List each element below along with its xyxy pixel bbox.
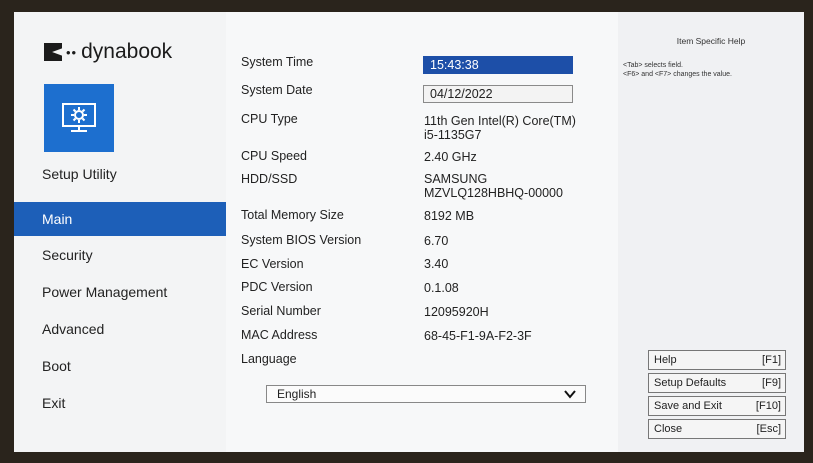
cpu-type-value-line1: 11th Gen Intel(R) Core(TM) bbox=[424, 114, 576, 128]
setup-utility-label: Setup Utility bbox=[42, 166, 117, 182]
system-date-label: System Date bbox=[241, 83, 313, 97]
system-time-field[interactable]: 15:43:38 bbox=[423, 56, 573, 74]
cpu-type-value-line2: i5-1135G7 bbox=[424, 128, 482, 142]
help-line-f6-f7: <F6> and <F7> changes the value. bbox=[623, 71, 732, 78]
help-title: Item Specific Help bbox=[676, 36, 746, 46]
system-time-label: System Time bbox=[241, 55, 314, 69]
setup-utility-tile bbox=[44, 84, 114, 152]
hdd-value-line1: SAMSUNG bbox=[424, 172, 488, 186]
save-and-exit-key: [F10] bbox=[755, 400, 781, 412]
language-selected-value: English bbox=[277, 387, 317, 401]
cpu-type-label: CPU Type bbox=[241, 112, 298, 126]
pdc-version-value: 0.1.08 bbox=[424, 281, 459, 295]
bios-version-label: System BIOS Version bbox=[241, 233, 362, 247]
cpu-speed-value: 2.40 GHz bbox=[424, 150, 477, 164]
help-panel: Item Specific Help <Tab> selects field. … bbox=[618, 12, 804, 452]
close-button[interactable]: Close [Esc] bbox=[648, 419, 786, 439]
menu-item-boot[interactable]: Boot bbox=[14, 347, 226, 384]
brand-name: dynabook bbox=[81, 40, 173, 63]
help-button-key: [F1] bbox=[762, 354, 781, 366]
menu-item-security[interactable]: Security bbox=[14, 236, 226, 273]
hdd-label: HDD/SSD bbox=[241, 172, 298, 186]
language-label: Language bbox=[241, 352, 297, 366]
mac-address-value: 68-45-F1-9A-F2-3F bbox=[424, 329, 532, 343]
system-date-field[interactable]: 04/12/2022 bbox=[423, 85, 573, 103]
gear-monitor-icon bbox=[62, 103, 96, 132]
close-label: Close bbox=[654, 423, 683, 435]
chevron-down-icon bbox=[564, 390, 576, 399]
main-menu: Main Security Power Management Advanced … bbox=[14, 202, 226, 421]
setup-defaults-label: Setup Defaults bbox=[654, 377, 727, 389]
memory-label: Total Memory Size bbox=[241, 208, 344, 222]
setup-defaults-button[interactable]: Setup Defaults [F9] bbox=[648, 373, 786, 393]
language-dropdown[interactable]: English bbox=[266, 385, 586, 403]
ec-version-value: 3.40 bbox=[424, 257, 449, 271]
system-info-panel: System Time 15:43:38 System Date 04/12/2… bbox=[226, 12, 618, 452]
save-and-exit-label: Save and Exit bbox=[654, 400, 722, 412]
pdc-version-label: PDC Version bbox=[241, 280, 313, 294]
memory-value: 8192 MB bbox=[424, 209, 475, 223]
logo-dots: •• bbox=[66, 44, 78, 60]
menu-item-exit[interactable]: Exit bbox=[14, 384, 226, 421]
help-button-label: Help bbox=[654, 354, 677, 366]
menu-item-power-management[interactable]: Power Management bbox=[14, 273, 226, 310]
dynabook-logo-mark-icon bbox=[44, 43, 62, 61]
hdd-value-line2: MZVLQ128HBHQ-00000 bbox=[424, 186, 563, 200]
serial-number-value: 12095920H bbox=[424, 305, 489, 319]
setup-defaults-key: [F9] bbox=[762, 377, 781, 389]
dynabook-logo: •• dynabook bbox=[44, 40, 172, 64]
cpu-speed-label: CPU Speed bbox=[241, 149, 308, 163]
menu-item-advanced[interactable]: Advanced bbox=[14, 310, 226, 347]
close-key: [Esc] bbox=[756, 423, 781, 435]
bios-screen: •• dynabook Setup Utility Main Security … bbox=[14, 12, 804, 452]
sidebar: •• dynabook Setup Utility Main Security … bbox=[14, 12, 226, 452]
ec-version-label: EC Version bbox=[241, 257, 304, 271]
menu-item-main[interactable]: Main bbox=[14, 202, 226, 236]
save-and-exit-button[interactable]: Save and Exit [F10] bbox=[648, 396, 786, 416]
help-button[interactable]: Help [F1] bbox=[648, 350, 786, 370]
mac-address-label: MAC Address bbox=[241, 328, 318, 342]
serial-number-label: Serial Number bbox=[241, 304, 321, 318]
help-line-tab: <Tab> selects field. bbox=[623, 62, 683, 69]
bios-version-value: 6.70 bbox=[424, 234, 449, 248]
